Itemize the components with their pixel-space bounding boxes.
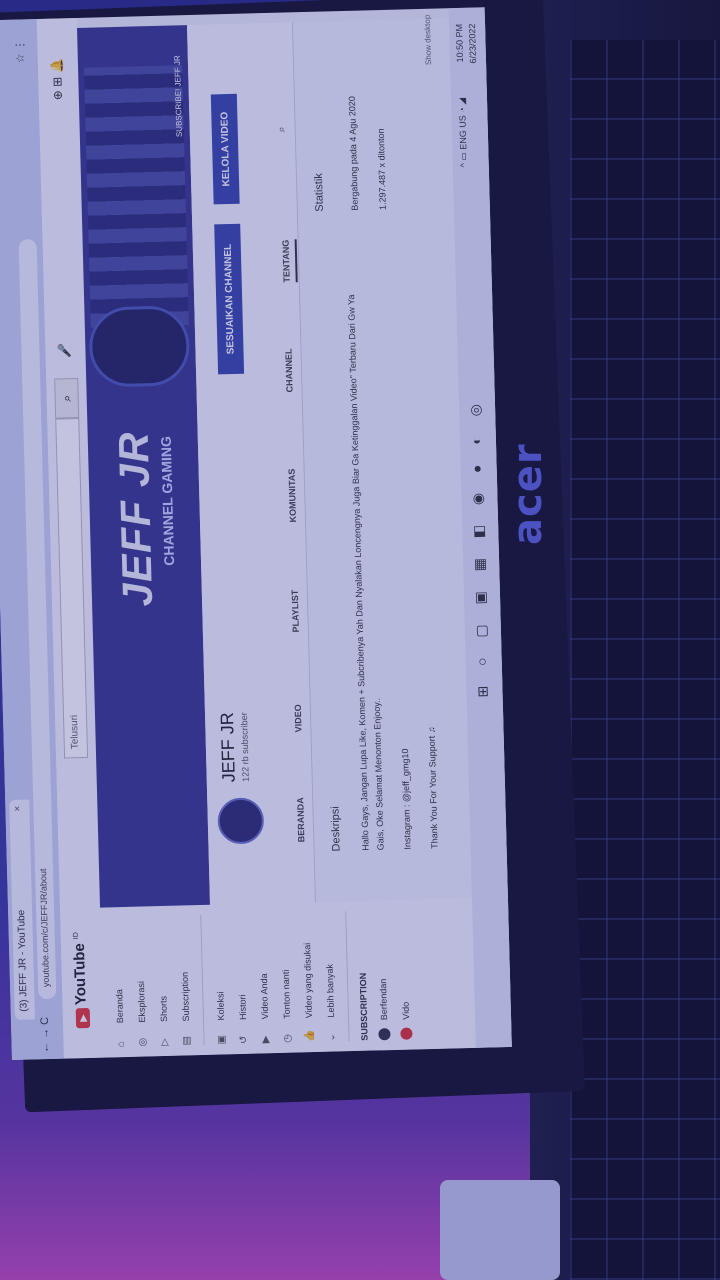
manage-videos-button[interactable]: KELOLA VIDEO xyxy=(210,93,240,205)
browser-menu-icons[interactable]: ☆ ⋮ xyxy=(13,39,27,63)
channel-name: JEFF JR xyxy=(216,711,239,783)
tab-video[interactable]: VIDEO xyxy=(293,704,304,732)
tab-close-icon[interactable]: × xyxy=(12,806,23,812)
acer-logo: acer xyxy=(505,443,551,545)
youtube-logo[interactable]: ▶YouTube ID xyxy=(71,932,91,1029)
description-line: Hallo Gays, Jangan Lupa Like, Komen + Su… xyxy=(346,294,386,851)
banner-subtitle: CHANNEL GAMING xyxy=(157,435,178,566)
tab-search-icon[interactable]: ⌕ xyxy=(276,126,289,132)
sidebar-item-subscription-icon: ▤ xyxy=(180,1035,193,1046)
subscription-label: Berfendan xyxy=(378,978,390,1021)
sidebar-item-subscription[interactable]: ▤ Subscription xyxy=(172,915,197,1046)
browser-tab[interactable]: (3) JEFF JR - YouTube × xyxy=(9,799,35,1020)
description-heading: Deskripsi xyxy=(329,806,343,852)
sidebar-item-eksplorasi-icon: ◎ xyxy=(136,1037,149,1047)
view-count: 1.297.487 x ditonton xyxy=(375,128,388,211)
customize-channel-button[interactable]: SESUAIKAN CHANNEL xyxy=(214,223,245,375)
sidebar-item-label: Tonton nanti xyxy=(280,969,293,1019)
stats-heading: Statistik xyxy=(312,172,326,212)
subscription-title: SUBSCRIPTION xyxy=(357,972,370,1041)
sidebar-item-label: Eksplorasi xyxy=(135,980,148,1023)
monitor-screen: (3) JEFF JR - YouTube × ← → C youtube.co… xyxy=(0,7,512,1060)
nav-buttons[interactable]: ← → C xyxy=(39,1017,52,1053)
system-tray[interactable]: ^ ▭ ENG US ◔ ◢ xyxy=(457,98,470,168)
sidebar-item-beranda-icon: ⌂ xyxy=(115,1040,127,1048)
banner-mascot xyxy=(88,305,191,388)
sidebar-item-label: Subscription xyxy=(179,971,192,1022)
sidebar-item-koleksi-icon: ▣ xyxy=(215,1034,228,1045)
sidebar-item-lebih-banyak-icon: ⌄ xyxy=(325,1033,338,1042)
sidebar-item-label: Lebih banyak xyxy=(324,963,336,1018)
sidebar: ⌂ Beranda ◎ Eksplorasi ▷ Shorts ▤ Subscription … xyxy=(100,896,512,1058)
banner-subscribe-text: SUBSCRIBE! JEFF JR xyxy=(172,55,184,138)
tab-playlist[interactable]: PLAYLIST xyxy=(290,590,301,633)
sidebar-item-video-anda-icon: ▶ xyxy=(259,1035,272,1044)
tab-title: (3) JEFF JR - YouTube xyxy=(16,909,30,1012)
taskbar-clock[interactable]: 10:50 PM 6/23/2022 xyxy=(453,23,480,64)
sidebar-item-shorts-icon: ▷ xyxy=(158,1038,171,1047)
keyboard xyxy=(570,40,720,1280)
search-icon[interactable]: ⌕ xyxy=(54,378,80,419)
joined-date: Bergabung pada 4 Agu 2020 xyxy=(346,96,360,211)
sidebar-item-label: Video yang disukai xyxy=(302,942,315,1019)
clock-date: 6/23/2022 xyxy=(467,23,479,64)
youtube-play-icon: ▶ xyxy=(75,1007,91,1029)
search-input[interactable]: Telusuri xyxy=(55,418,89,759)
sidebar-item-histori-icon: ↺ xyxy=(237,1035,250,1045)
show-desktop-tooltip: Show desktop xyxy=(422,14,434,66)
sidebar-item-label: Beranda xyxy=(114,989,126,1024)
avatar xyxy=(400,1027,413,1040)
sidebar-item-lebih-banyak[interactable]: ⌄ Lebih banyak xyxy=(317,911,342,1042)
sidebar-item-label: Histori xyxy=(237,994,249,1021)
subscription-label: Vido xyxy=(400,1001,412,1020)
description-text: Hallo Gays, Jangan Lupa Like, Komen + Su… xyxy=(344,289,455,851)
tab-beranda[interactable]: BERANDA xyxy=(295,797,306,842)
sidebar-item-label: Koleksi xyxy=(215,991,227,1021)
usb-adapter xyxy=(440,1180,560,1280)
sidebar-item-tonton-nanti-icon: ◷ xyxy=(281,1033,294,1043)
mic-icon[interactable]: 🎤 xyxy=(57,343,71,358)
clock-time: 10:50 PM xyxy=(454,23,466,63)
taskbar-app-icons[interactable]: ⊞ ○ ▢ ▣ ▦ ◧ ◉ ● ◐ ◎ xyxy=(467,396,492,698)
subscriber-count: 122 rb subscriber xyxy=(238,712,251,782)
tab-komunitas[interactable]: KOMUNITAS xyxy=(287,469,298,523)
avatar[interactable] xyxy=(217,797,265,845)
sidebar-item-video-yang-disukai-icon: 👍 xyxy=(303,1029,316,1043)
sidebar-item-label: Shorts xyxy=(158,995,170,1023)
description-line: Instagram : @jeff_gmg10 xyxy=(399,748,413,850)
avatar xyxy=(378,1028,391,1041)
tab-tentang[interactable]: TENTANG xyxy=(280,239,298,283)
header-actions[interactable]: ⊕ ⊞ 🔔 xyxy=(50,58,65,100)
description-line: Thank You For Your Support ♫ xyxy=(426,726,440,849)
banner-title: JEFF JR xyxy=(109,430,162,608)
sidebar-item-label: Video Anda xyxy=(258,973,271,1020)
subscription-item[interactable]: Vido xyxy=(392,909,417,1040)
tab-channel[interactable]: CHANNEL xyxy=(283,348,294,392)
